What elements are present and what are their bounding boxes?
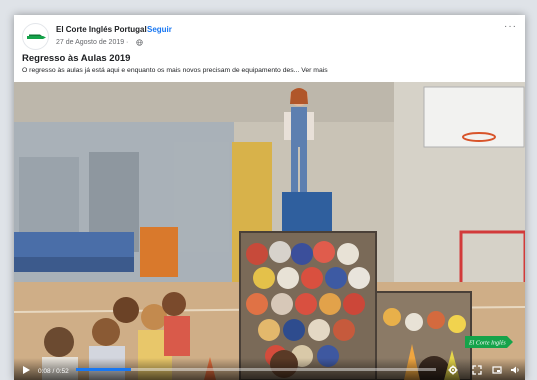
progress-bar[interactable] <box>76 368 436 371</box>
post-title: Regresso às Aulas 2019 <box>22 53 131 64</box>
follow-button[interactable]: Seguir <box>147 25 172 34</box>
video-controls-bar: 0:08 / 0:52 <box>14 358 525 380</box>
separator: · <box>142 25 145 34</box>
video-time: 0:08 / 0:52 <box>38 368 69 375</box>
more-options-button[interactable]: ··· <box>504 21 517 32</box>
post-card: El Corte Inglés Portugal · Seguir 27 de … <box>14 15 525 380</box>
globe-icon <box>136 39 143 46</box>
pip-icon[interactable] <box>492 365 502 375</box>
watermark-text: El Corte Inglés <box>468 341 506 347</box>
post-description[interactable]: O regresso às aulas já está aqui e enqua… <box>22 67 328 74</box>
brand-logo-icon[interactable] <box>22 23 49 50</box>
video-frame-gym-scene <box>14 82 525 380</box>
fullscreen-icon[interactable] <box>472 365 482 375</box>
post-date[interactable]: 27 de Agosto de 2019 · <box>56 39 128 46</box>
settings-icon[interactable] <box>448 365 458 375</box>
brand-watermark-icon: El Corte Inglés <box>465 336 513 348</box>
volume-icon[interactable] <box>510 365 520 375</box>
play-icon[interactable] <box>23 366 30 374</box>
progress-fill <box>76 368 132 371</box>
video-player[interactable]: El Corte Inglés 0:08 / 0:52 <box>14 82 525 380</box>
page-name-link[interactable]: El Corte Inglés Portugal <box>56 25 147 34</box>
